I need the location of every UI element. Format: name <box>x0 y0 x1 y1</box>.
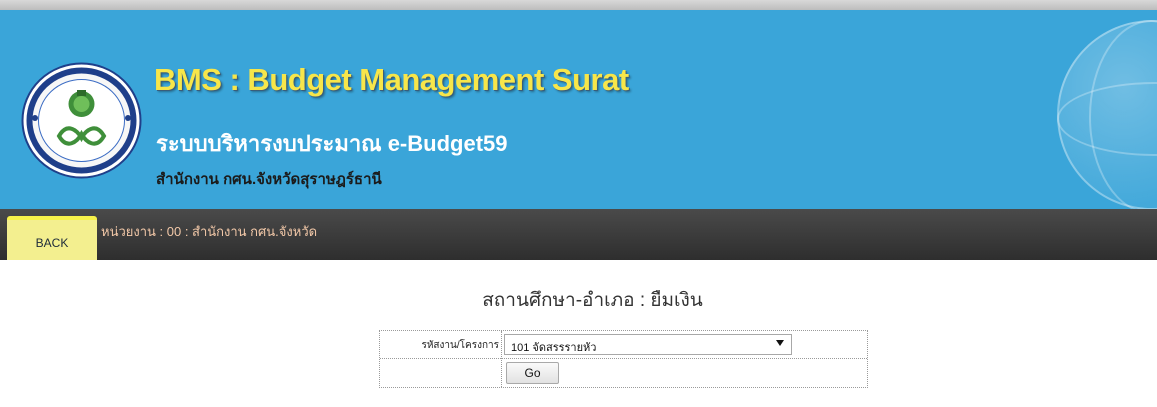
header-banner: BMS : Budget Management Surat ระบบบริหาร… <box>0 10 1157 209</box>
page-title: สถานศึกษา-อำเภอ : ยืมเงิน <box>482 290 703 311</box>
project-select[interactable]: 101 จัดสรรรายหัว <box>504 334 792 355</box>
app-title: BMS : Budget Management Surat <box>154 62 629 97</box>
dropdown-arrow-icon <box>776 340 784 346</box>
project-form: รหัสงาน/โครงการ 101 จัดสรรรายหัว Go <box>379 330 868 388</box>
back-button[interactable]: BACK <box>7 216 97 260</box>
form-row-project: รหัสงาน/โครงการ 101 จัดสรรรายหัว <box>380 331 867 359</box>
globe-decoration-icon <box>1057 20 1157 209</box>
app-subtitle: ระบบบริหารงบประมาณ e-Budget59 <box>156 131 508 156</box>
project-field-label: รหัสงาน/โครงการ <box>421 340 499 351</box>
go-button[interactable]: Go <box>506 362 559 384</box>
office-name: สำนักงาน กศน.จังหวัดสุราษฎร์ธานี <box>156 171 382 188</box>
organization-seal-icon <box>21 62 142 179</box>
unit-label: หน่วยงาน : 00 : สำนักงาน กศน.จังหวัด <box>101 224 318 239</box>
top-strip <box>0 0 1157 10</box>
form-row-submit: Go <box>380 359 867 387</box>
project-select-value: 101 จัดสรรรายหัว <box>511 342 597 354</box>
navigation-bar: BACK หน่วยงาน : 00 : สำนักงาน กศน.จังหวั… <box>0 209 1157 260</box>
